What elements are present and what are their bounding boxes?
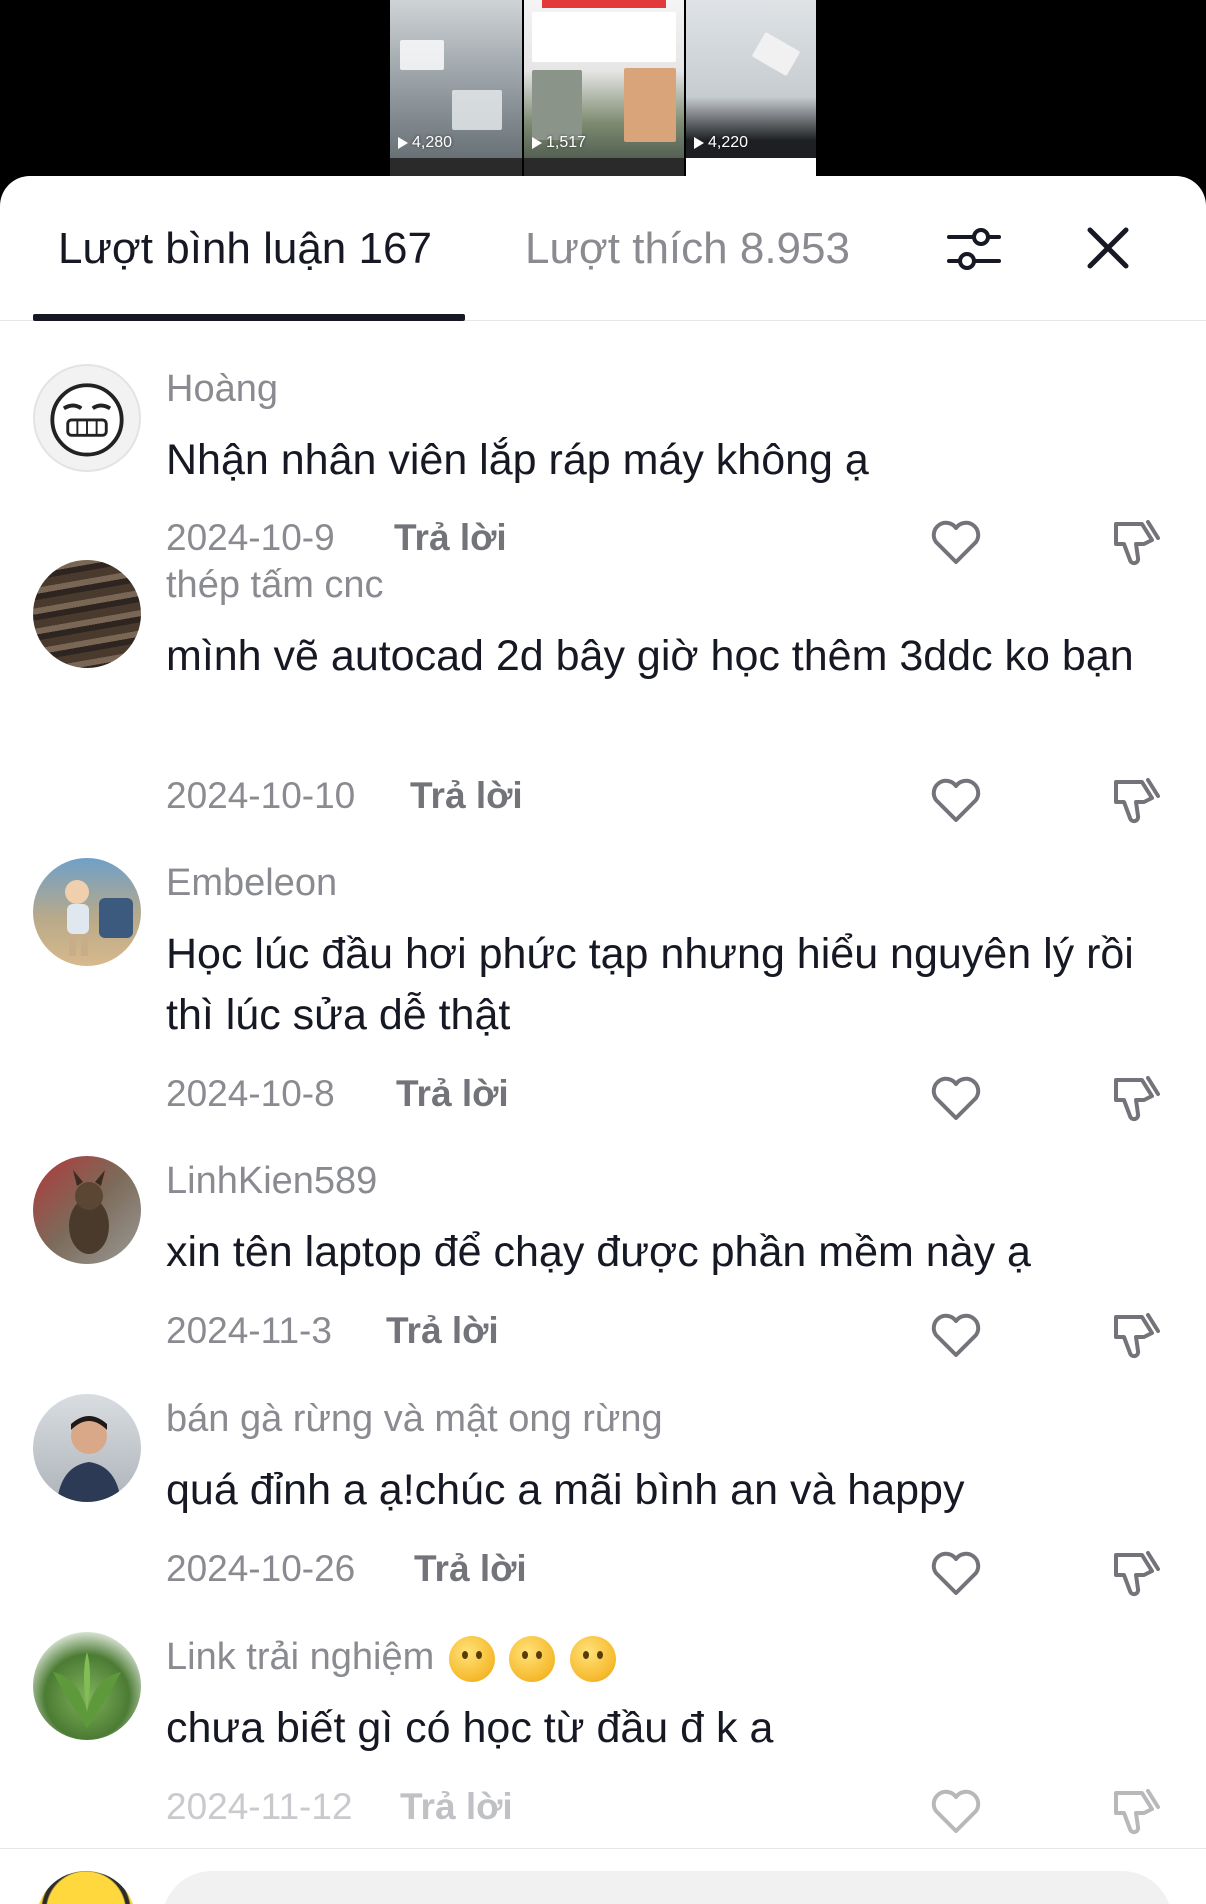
heart-icon[interactable]: [928, 1070, 984, 1126]
heart-icon[interactable]: [928, 1307, 984, 1363]
smile-emoji-icon: [448, 1636, 495, 1682]
comment-date: 2024-11-3: [166, 1310, 332, 1351]
comment-text: chưa biết gì có học từ đầu đ k a: [166, 1704, 774, 1752]
comment-text: Học lúc đầu hơi phức tạp nhưng hiểu nguy…: [166, 930, 1134, 1039]
view-count: 1,517: [532, 134, 586, 152]
comment-text: Nhận nhân viên lắp ráp máy không ạ: [166, 436, 869, 484]
view-count: 4,280: [398, 134, 452, 152]
play-icon: [532, 137, 542, 149]
dislike-icon[interactable]: [1108, 1307, 1164, 1363]
comment-input-bar: [0, 1848, 1206, 1904]
comment-input[interactable]: [162, 1871, 1172, 1904]
filter-icon[interactable]: [945, 220, 1003, 278]
heart-icon[interactable]: [928, 1783, 984, 1839]
close-icon[interactable]: [1080, 220, 1136, 276]
reply-button[interactable]: Trả lời: [394, 517, 507, 559]
avatar[interactable]: [33, 858, 141, 966]
comment-username[interactable]: Link trải nghiệm: [166, 1636, 616, 1682]
avatar[interactable]: [33, 560, 141, 668]
comment-date: 2024-10-8: [166, 1073, 335, 1114]
video-thumbnail[interactable]: 1,517: [524, 0, 684, 176]
avatar[interactable]: [33, 1394, 141, 1502]
video-thumbnail[interactable]: 4,280: [390, 0, 522, 176]
comment-username[interactable]: Hoàng: [166, 368, 278, 411]
avatar[interactable]: [33, 1156, 141, 1264]
reply-button[interactable]: Trả lời: [396, 1073, 509, 1115]
current-user-avatar: [36, 1871, 136, 1904]
dislike-icon[interactable]: [1108, 1545, 1164, 1601]
heart-icon[interactable]: [928, 1545, 984, 1601]
tab-comments[interactable]: Lượt bình luận 167: [58, 224, 432, 274]
avatar[interactable]: [33, 364, 141, 472]
reply-button[interactable]: Trả lời: [400, 1786, 513, 1828]
comment-date: 2024-10-10: [166, 775, 356, 816]
tab-bar: Lượt bình luận 167 Lượt thích 8.953: [0, 176, 1206, 321]
play-icon: [398, 137, 408, 149]
comment-date: 2024-10-26: [166, 1548, 356, 1589]
view-count: 4,220: [694, 134, 748, 152]
tab-likes[interactable]: Lượt thích 8.953: [525, 224, 850, 274]
reply-button[interactable]: Trả lời: [414, 1548, 527, 1590]
comment-username[interactable]: LinhKien589: [166, 1160, 377, 1203]
comment-text: quá đỉnh a ạ!chúc a mãi bình an và happy: [166, 1466, 965, 1514]
play-icon: [694, 137, 704, 149]
comment-date: 2024-11-12: [166, 1786, 353, 1827]
reply-button[interactable]: Trả lời: [386, 1310, 499, 1352]
active-tab-indicator: [33, 314, 465, 321]
wink-emoji-icon: [569, 1636, 616, 1682]
reply-button[interactable]: Trả lời: [410, 775, 523, 817]
dislike-icon[interactable]: [1108, 772, 1164, 828]
comments-sheet: Lượt bình luận 167 Lượt thích 8.953 Hoàn…: [0, 176, 1206, 1904]
comment-username[interactable]: bán gà rừng và mật ong rừng: [166, 1398, 663, 1441]
comment-username[interactable]: thép tấm cnc: [166, 564, 384, 607]
comment-date: 2024-10-9: [166, 517, 335, 558]
avatar[interactable]: [33, 1632, 141, 1740]
slight-smile-emoji-icon: [509, 1636, 556, 1682]
video-thumbnail[interactable]: 4,220: [686, 0, 816, 176]
comment-text: xin tên laptop để chạy được phần mềm này…: [166, 1228, 1031, 1276]
dislike-icon[interactable]: [1108, 1783, 1164, 1839]
heart-icon[interactable]: [928, 514, 984, 570]
dislike-icon[interactable]: [1108, 514, 1164, 570]
comment-username[interactable]: Embeleon: [166, 862, 337, 905]
comment-text: mình vẽ autocad 2d bây giờ học thêm 3ddc…: [166, 632, 1134, 680]
heart-icon[interactable]: [928, 772, 984, 828]
dislike-icon[interactable]: [1108, 1070, 1164, 1126]
video-strip: 4,280 1,517 4,220: [0, 0, 1206, 200]
